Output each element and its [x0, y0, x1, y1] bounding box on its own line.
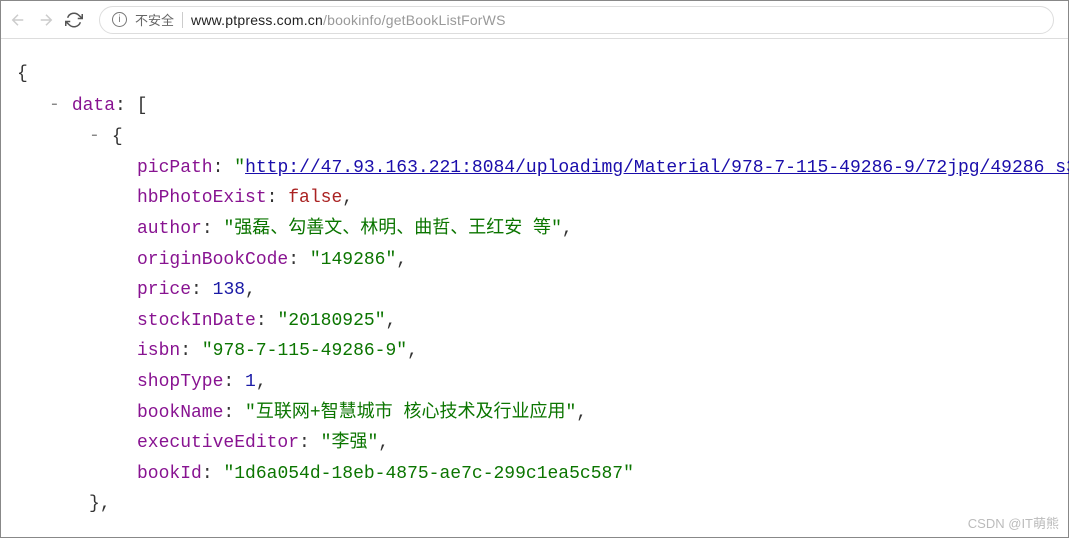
url-text: www.ptpress.com.cn/bookinfo/getBookListF… — [191, 12, 506, 28]
collapse-toggle-icon[interactable]: - — [89, 121, 101, 152]
json-field-price: price: 138, — [9, 275, 1060, 306]
json-field-shopType: shopType: 1, — [9, 367, 1060, 398]
json-field-bookId: bookId: "1d6a054d-18eb-4875-ae7c-299c1ea… — [9, 459, 1060, 490]
divider — [182, 12, 183, 28]
json-brace-open: { — [9, 59, 1060, 90]
json-array-item[interactable]: - { — [9, 121, 1060, 153]
json-field-executiveEditor: executiveEditor: "李强", — [9, 428, 1060, 459]
json-brace-close: }, — [9, 489, 1060, 520]
picpath-link[interactable]: http://47.93.163.221:8084/uploadimg/Mate… — [245, 158, 1069, 178]
watermark: CSDN @IT萌熊 — [968, 513, 1059, 532]
security-status: 不安全 — [135, 10, 174, 29]
json-field-isbn: isbn: "978-7-115-49286-9", — [9, 336, 1060, 367]
address-bar[interactable]: i 不安全 www.ptpress.com.cn/bookinfo/getBoo… — [99, 6, 1054, 34]
forward-button[interactable] — [37, 11, 55, 29]
reload-button[interactable] — [65, 11, 83, 29]
json-field-stockInDate: stockInDate: "20180925", — [9, 306, 1060, 337]
json-key-data[interactable]: - data: [ — [9, 90, 1060, 122]
json-field-picPath: picPath: "http://47.93.163.221:8084/uplo… — [9, 153, 1060, 184]
json-field-bookName: bookName: "互联网+智慧城市 核心技术及行业应用", — [9, 398, 1060, 429]
browser-toolbar: i 不安全 www.ptpress.com.cn/bookinfo/getBoo… — [1, 1, 1068, 39]
collapse-toggle-icon[interactable]: - — [49, 90, 61, 121]
json-field-originBookCode: originBookCode: "149286", — [9, 245, 1060, 276]
json-viewer: { - data: [ - { picPath: "http://47.93.1… — [1, 39, 1068, 530]
info-icon: i — [112, 12, 127, 27]
json-field-hbPhotoExist: hbPhotoExist: false, — [9, 183, 1060, 214]
json-field-author: author: "强磊、勾善文、林明、曲哲、王红安 等", — [9, 214, 1060, 245]
back-button[interactable] — [9, 11, 27, 29]
